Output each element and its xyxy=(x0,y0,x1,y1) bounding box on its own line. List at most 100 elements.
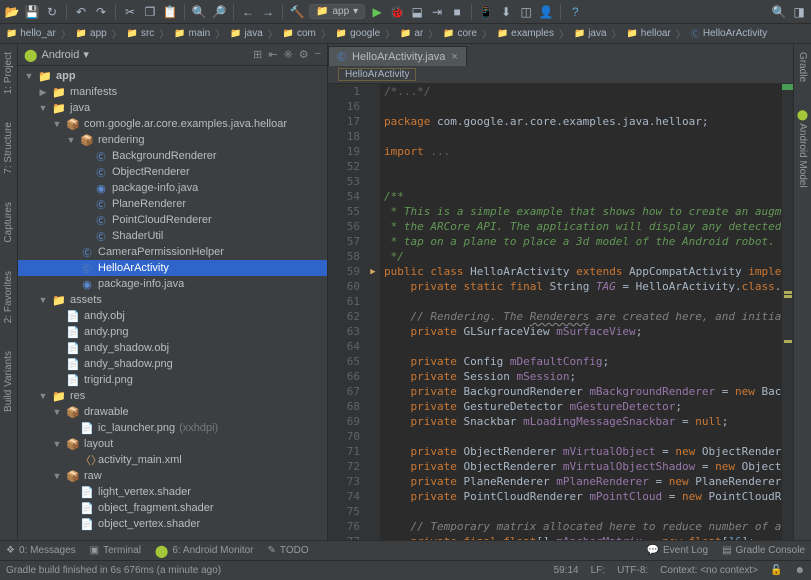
copy-icon[interactable]: ❐ xyxy=(142,4,158,20)
debug-icon[interactable]: 🐞 xyxy=(389,4,405,20)
breadcrumb-item[interactable]: 📁google xyxy=(336,28,380,39)
tree-item[interactable]: ▼📦drawable xyxy=(18,404,327,420)
messages-tool[interactable]: ❖ 0: Messages xyxy=(6,545,76,556)
tool-window-button[interactable]: Gradle xyxy=(796,48,809,86)
breadcrumb-item[interactable]: 📁examples xyxy=(497,28,554,39)
event-log-tool[interactable]: 💬 Event Log xyxy=(647,545,709,556)
breadcrumb-item[interactable]: 📁core xyxy=(443,28,477,39)
editor-tab[interactable]: Ⓒ HelloArActivity.java × xyxy=(328,46,467,66)
line-gutter[interactable]: 1161718195253545556575859606162636465666… xyxy=(328,84,366,540)
tree-item[interactable]: 📄trigrid.png xyxy=(18,372,327,388)
breadcrumb-item[interactable]: 📁java xyxy=(230,28,263,39)
todo-tool[interactable]: ✎ TODO xyxy=(268,545,309,556)
close-tab-icon[interactable]: × xyxy=(451,51,457,63)
attach-icon[interactable]: ⇥ xyxy=(429,4,445,20)
help-icon[interactable]: ? xyxy=(567,4,583,20)
tree-item[interactable]: 📄object_vertex.shader xyxy=(18,516,327,532)
tool-window-button[interactable]: ⬤ Android Model xyxy=(796,106,809,192)
cursor-position[interactable]: 59:14 xyxy=(554,565,579,576)
breadcrumb-item[interactable]: 📁app xyxy=(76,28,107,39)
terminal-tool[interactable]: ▣ Terminal xyxy=(90,545,141,556)
tree-item[interactable]: 📄andy_shadow.png xyxy=(18,356,327,372)
tree-item[interactable]: 📄andy.obj xyxy=(18,308,327,324)
hide-icon[interactable]: − xyxy=(315,48,321,61)
tree-item[interactable]: ▼📦com.google.ar.core.examples.java.hello… xyxy=(18,116,327,132)
stop-icon[interactable]: ■ xyxy=(449,4,465,20)
tool-window-button[interactable]: 1: Project xyxy=(2,48,15,98)
tree-item[interactable]: ⒸPointCloudRenderer xyxy=(18,212,327,228)
breadcrumb-item[interactable]: ⒸHelloArActivity xyxy=(691,27,767,40)
collapse-icon[interactable]: ⇤ xyxy=(268,48,277,61)
sdk-icon[interactable]: ⬇ xyxy=(498,4,514,20)
tool-window-button[interactable]: 2: Favorites xyxy=(2,267,15,327)
undo-icon[interactable]: ↶ xyxy=(73,4,89,20)
project-tree[interactable]: ▼📁app▶📁manifests▼📁java▼📦com.google.ar.co… xyxy=(18,66,327,540)
breadcrumb-item[interactable]: 📁ar xyxy=(400,28,423,39)
line-separator[interactable]: LF: xyxy=(591,565,605,576)
tree-item[interactable]: ▼📁app xyxy=(18,68,327,84)
crumb-class[interactable]: HelloArActivity xyxy=(338,68,416,81)
breadcrumb-item[interactable]: 📁com xyxy=(283,28,316,39)
tree-item[interactable]: ◉package-info.java xyxy=(18,180,327,196)
tree-item[interactable]: ▶📁manifests xyxy=(18,84,327,100)
tree-item[interactable]: ⒸBackgroundRenderer xyxy=(18,148,327,164)
breadcrumb-item[interactable]: 📁hello_ar xyxy=(6,28,56,39)
tree-item[interactable]: ▼📁res xyxy=(18,388,327,404)
open-icon[interactable]: 📂 xyxy=(4,4,20,20)
replace-icon[interactable]: 🔎 xyxy=(211,4,227,20)
flatten-icon[interactable]: ⊞ xyxy=(253,48,262,61)
gear-icon[interactable]: ⚙ xyxy=(299,48,309,61)
hector-icon[interactable]: ☻ xyxy=(794,565,805,576)
view-selector[interactable]: ⬤Android ▾ xyxy=(24,48,89,62)
gradle-console-tool[interactable]: ▤ Gradle Console xyxy=(722,545,805,556)
run-config-selector[interactable]: 📁app ▾ xyxy=(309,4,365,19)
tree-item[interactable]: ▼📁assets xyxy=(18,292,327,308)
tree-item[interactable]: 📄light_vertex.shader xyxy=(18,484,327,500)
tree-item[interactable]: ⒸObjectRenderer xyxy=(18,164,327,180)
breadcrumb-item[interactable]: 📁main xyxy=(174,28,210,39)
tool-window-button[interactable]: Captures xyxy=(2,198,15,247)
context[interactable]: Context: <no context> xyxy=(660,565,758,576)
tree-item[interactable]: 〈〉activity_main.xml xyxy=(18,452,327,468)
breadcrumb-item[interactable]: 📁java xyxy=(574,28,607,39)
tree-item[interactable]: 📄ic_launcher.png (xxhdpi) xyxy=(18,420,327,436)
tool-window-button[interactable]: Build Variants xyxy=(2,347,15,416)
paste-icon[interactable]: 📋 xyxy=(162,4,178,20)
tree-item[interactable]: ▼📦layout xyxy=(18,436,327,452)
tree-item[interactable]: ▼📦raw xyxy=(18,468,327,484)
redo-icon[interactable]: ↷ xyxy=(93,4,109,20)
tree-item[interactable]: ▼📦rendering xyxy=(18,132,327,148)
gutter-icons[interactable]: ▶ xyxy=(366,84,380,540)
autoscroll-icon[interactable]: ※ xyxy=(283,48,292,61)
tree-item[interactable]: ⒸPlaneRenderer xyxy=(18,196,327,212)
layout-inspector-icon[interactable]: ◫ xyxy=(518,4,534,20)
code-content[interactable]: /*...*/ package com.google.ar.core.examp… xyxy=(380,84,781,540)
profile-icon[interactable]: ⬓ xyxy=(409,4,425,20)
tree-item[interactable]: ⒸCameraPermissionHelper xyxy=(18,244,327,260)
tree-item[interactable]: ◉package-info.java xyxy=(18,276,327,292)
search-everywhere-icon[interactable]: 🔍 xyxy=(771,4,787,20)
encoding[interactable]: UTF-8: xyxy=(617,565,648,576)
sync-icon[interactable]: ↻ xyxy=(44,4,60,20)
cut-icon[interactable]: ✂ xyxy=(122,4,138,20)
error-stripe[interactable] xyxy=(781,84,793,540)
breadcrumb-item[interactable]: 📁src xyxy=(127,28,155,39)
find-icon[interactable]: 🔍 xyxy=(191,4,207,20)
avd-icon[interactable]: 📱 xyxy=(478,4,494,20)
lock-icon[interactable]: 🔓 xyxy=(770,565,782,576)
make-icon[interactable]: 🔨 xyxy=(289,4,305,20)
save-icon[interactable]: 💾 xyxy=(24,4,40,20)
forward-icon[interactable]: → xyxy=(260,4,276,20)
tree-item[interactable]: ⒸShaderUtil xyxy=(18,228,327,244)
back-icon[interactable]: ← xyxy=(240,4,256,20)
tree-item[interactable]: 📄object_fragment.shader xyxy=(18,500,327,516)
breadcrumb-item[interactable]: 📁helloar xyxy=(627,28,671,39)
tool-window-button[interactable]: 7: Structure xyxy=(2,118,15,178)
tree-item[interactable]: 📄andy_shadow.obj xyxy=(18,340,327,356)
run-icon[interactable]: ▶ xyxy=(369,4,385,20)
tree-item[interactable]: 📄andy.png xyxy=(18,324,327,340)
tree-item[interactable]: ⒸHelloArActivity xyxy=(18,260,327,276)
android-monitor-tool[interactable]: ⬤ 6: Android Monitor xyxy=(155,544,254,558)
tree-item[interactable]: ▼📁java xyxy=(18,100,327,116)
android-profiler-icon[interactable]: 👤 xyxy=(538,4,554,20)
